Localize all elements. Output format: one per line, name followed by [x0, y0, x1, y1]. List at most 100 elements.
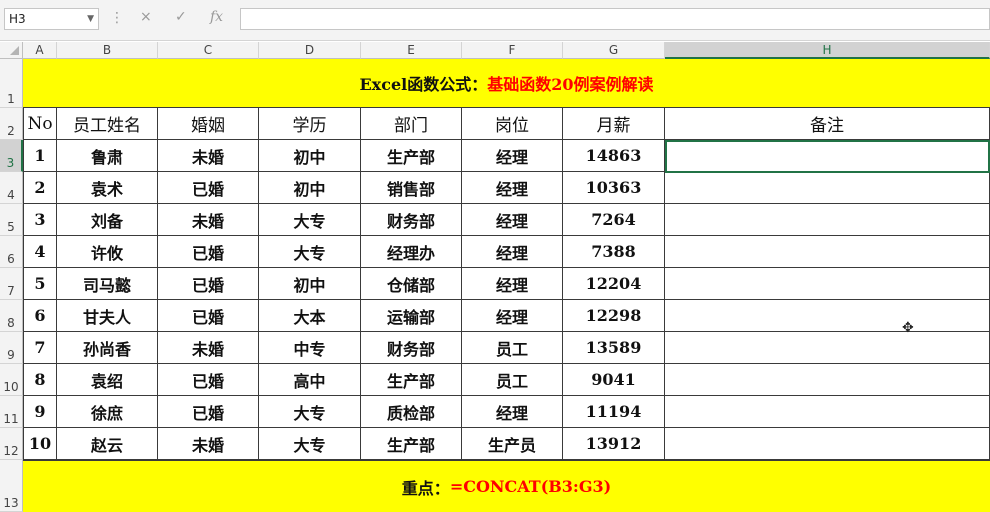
column-header-f[interactable]: F: [462, 42, 563, 59]
cell-remarks[interactable]: [665, 332, 990, 364]
cell-marital[interactable]: 未婚: [158, 428, 259, 460]
cell-no[interactable]: 3: [23, 204, 57, 236]
header-cell-department[interactable]: 部门: [361, 108, 462, 140]
cell-position[interactable]: 经理: [462, 172, 563, 204]
row-header-5[interactable]: 5: [0, 204, 23, 236]
cell-salary[interactable]: 12298: [563, 300, 665, 332]
cell-position[interactable]: 经理: [462, 204, 563, 236]
cell-salary[interactable]: 13912: [563, 428, 665, 460]
cell-department[interactable]: 运输部: [361, 300, 462, 332]
cell-position[interactable]: 员工: [462, 364, 563, 396]
formula-input[interactable]: [240, 8, 990, 30]
cell-remarks[interactable]: [665, 428, 990, 460]
column-header-d[interactable]: D: [259, 42, 361, 59]
cell-marital[interactable]: 未婚: [158, 332, 259, 364]
row-header-1[interactable]: 1: [0, 59, 23, 108]
header-cell-salary[interactable]: 月薪: [563, 108, 665, 140]
cell-remarks[interactable]: [665, 204, 990, 236]
cell-department[interactable]: 生产部: [361, 140, 462, 172]
cell-salary[interactable]: 7388: [563, 236, 665, 268]
cell-no[interactable]: 2: [23, 172, 57, 204]
cell-salary[interactable]: 10363: [563, 172, 665, 204]
row-header-12[interactable]: 12: [0, 428, 23, 460]
cell-no[interactable]: 8: [23, 364, 57, 396]
row-header-8[interactable]: 8: [0, 300, 23, 332]
cell-no[interactable]: 1: [23, 140, 57, 172]
row-header-2[interactable]: 2: [0, 108, 23, 140]
cell-education[interactable]: 大本: [259, 300, 361, 332]
cell-no[interactable]: 10: [23, 428, 57, 460]
cell-no[interactable]: 6: [23, 300, 57, 332]
row-header-11[interactable]: 11: [0, 396, 23, 428]
cell-salary[interactable]: 14863: [563, 140, 665, 172]
cell-salary[interactable]: 13589: [563, 332, 665, 364]
cell-marital[interactable]: 未婚: [158, 140, 259, 172]
cell-no[interactable]: 7: [23, 332, 57, 364]
cell-remarks[interactable]: [665, 268, 990, 300]
cell-marital[interactable]: 已婚: [158, 300, 259, 332]
cell-name[interactable]: 徐庶: [57, 396, 158, 428]
cell-marital[interactable]: 未婚: [158, 204, 259, 236]
cell-remarks[interactable]: [665, 236, 990, 268]
cell-name[interactable]: 孙尚香: [57, 332, 158, 364]
cell-department[interactable]: 财务部: [361, 332, 462, 364]
cell-salary[interactable]: 11194: [563, 396, 665, 428]
header-cell-marital[interactable]: 婚姻: [158, 108, 259, 140]
title-banner[interactable]: Excel函数公式： 基础函数20例案例解读: [23, 59, 990, 108]
cell-position[interactable]: 经理: [462, 396, 563, 428]
cell-salary[interactable]: 7264: [563, 204, 665, 236]
footer-banner[interactable]: 重点： =CONCAT(B3:G3): [23, 460, 990, 512]
cell-department[interactable]: 财务部: [361, 204, 462, 236]
cell-remarks[interactable]: [665, 172, 990, 204]
cell-education[interactable]: 高中: [259, 364, 361, 396]
column-header-a[interactable]: A: [23, 42, 57, 59]
column-header-b[interactable]: B: [57, 42, 158, 59]
cell-department[interactable]: 质检部: [361, 396, 462, 428]
column-header-e[interactable]: E: [361, 42, 462, 59]
cell-marital[interactable]: 已婚: [158, 364, 259, 396]
cell-name[interactable]: 鲁肃: [57, 140, 158, 172]
header-cell-education[interactable]: 学历: [259, 108, 361, 140]
cell-no[interactable]: 9: [23, 396, 57, 428]
cell-department[interactable]: 生产部: [361, 364, 462, 396]
row-header-10[interactable]: 10: [0, 364, 23, 396]
name-box[interactable]: H3 ▼: [4, 8, 99, 30]
row-header-13[interactable]: 13: [0, 460, 23, 512]
cell-education[interactable]: 大专: [259, 428, 361, 460]
cell-no[interactable]: 4: [23, 236, 57, 268]
cell-marital[interactable]: 已婚: [158, 396, 259, 428]
cell-education[interactable]: 初中: [259, 268, 361, 300]
cell-position[interactable]: 经理: [462, 300, 563, 332]
insert-function-icon[interactable]: fx: [210, 9, 223, 25]
cell-name[interactable]: 甘夫人: [57, 300, 158, 332]
row-header-9[interactable]: 9: [0, 332, 23, 364]
cell-remarks[interactable]: [665, 364, 990, 396]
row-header-6[interactable]: 6: [0, 236, 23, 268]
cell-name[interactable]: 刘备: [57, 204, 158, 236]
row-header-4[interactable]: 4: [0, 172, 23, 204]
header-cell-name[interactable]: 员工姓名: [57, 108, 158, 140]
column-header-h[interactable]: H: [665, 42, 990, 59]
cell-remarks[interactable]: [665, 300, 990, 332]
column-header-g[interactable]: G: [563, 42, 665, 59]
cell-position[interactable]: 经理: [462, 268, 563, 300]
cell-marital[interactable]: 已婚: [158, 268, 259, 300]
cell-education[interactable]: 初中: [259, 140, 361, 172]
cell-department[interactable]: 生产部: [361, 428, 462, 460]
cell-marital[interactable]: 已婚: [158, 172, 259, 204]
active-cell-selection[interactable]: [665, 140, 990, 173]
cell-department[interactable]: 销售部: [361, 172, 462, 204]
cell-position[interactable]: 经理: [462, 140, 563, 172]
cell-no[interactable]: 5: [23, 268, 57, 300]
cell-department[interactable]: 经理办: [361, 236, 462, 268]
cell-salary[interactable]: 12204: [563, 268, 665, 300]
cell-department[interactable]: 仓储部: [361, 268, 462, 300]
cell-education[interactable]: 大专: [259, 236, 361, 268]
column-header-c[interactable]: C: [158, 42, 259, 59]
cell-position[interactable]: 经理: [462, 236, 563, 268]
chevron-down-icon[interactable]: ▼: [87, 9, 94, 29]
cell-position[interactable]: 生产员: [462, 428, 563, 460]
cell-name[interactable]: 许攸: [57, 236, 158, 268]
cell-education[interactable]: 大专: [259, 204, 361, 236]
cell-salary[interactable]: 9041: [563, 364, 665, 396]
